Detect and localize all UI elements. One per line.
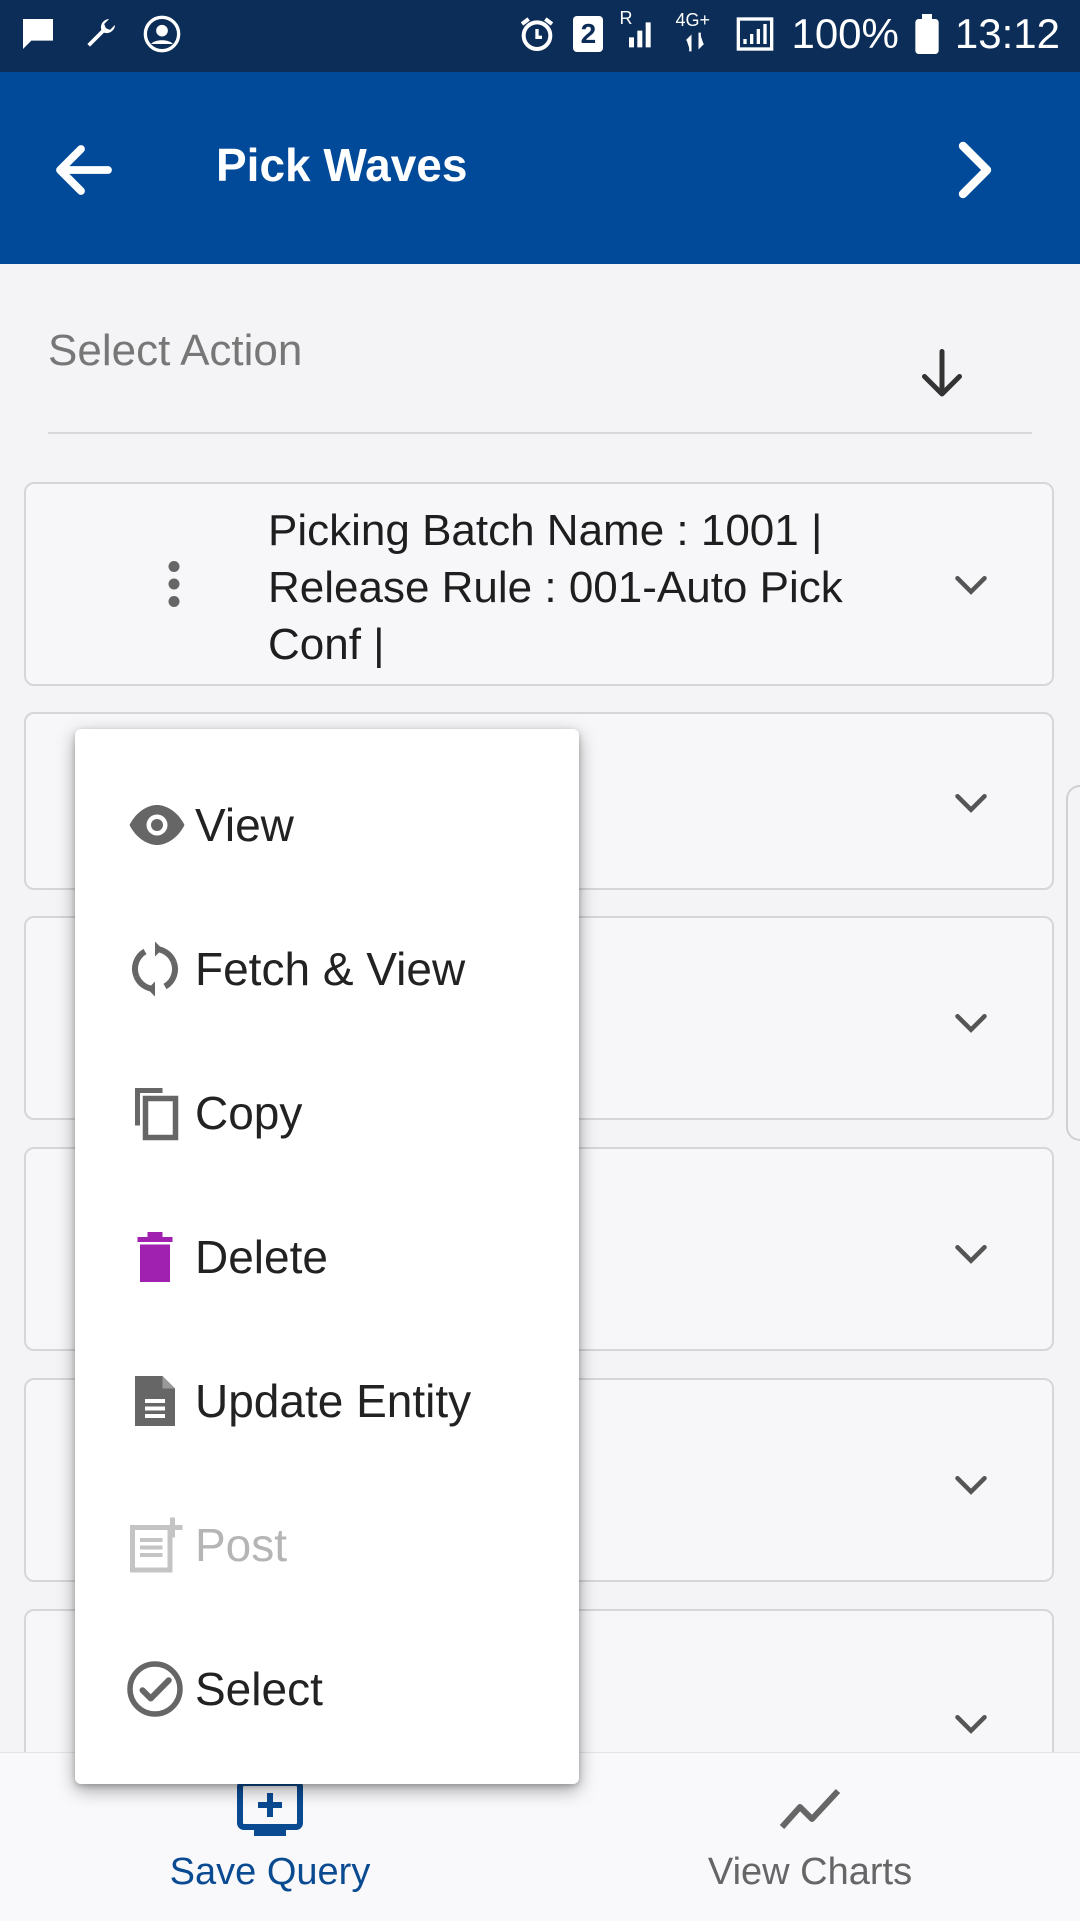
menu-label: Fetch & View <box>195 943 466 995</box>
status-bar-left <box>18 14 182 54</box>
app-bar: Pick Waves <box>0 72 1080 264</box>
chevron-right-icon[interactable] <box>936 134 1008 206</box>
menu-item-update-entity[interactable]: Update Entity <box>75 1341 579 1461</box>
view-charts-button[interactable]: View Charts <box>540 1753 1080 1921</box>
card-text: Picking Batch Name : 1001 | Release Rule… <box>268 502 888 673</box>
roaming-label: R <box>619 8 633 28</box>
chevron-down-icon[interactable] <box>944 1227 998 1281</box>
context-menu: View Fetch & View Copy Delete Update Ent… <box>75 729 579 1784</box>
more-vertical-icon[interactable] <box>144 554 204 614</box>
message-icon <box>23 19 53 49</box>
trend-line-icon <box>779 1788 841 1830</box>
view-charts-label: View Charts <box>707 1851 913 1893</box>
chevron-down-icon[interactable] <box>944 558 998 612</box>
status-bar-right: 2 R 4G+ 100% 13:12 <box>517 8 1060 58</box>
chevron-down-icon[interactable] <box>944 996 998 1050</box>
card-line: Picking Batch Name : 1001 | <box>268 506 823 555</box>
chevron-down-icon[interactable] <box>944 1458 998 1512</box>
save-query-label: Save Query <box>169 1851 371 1893</box>
document-icon <box>135 1376 175 1426</box>
check-circle-icon <box>127 1661 183 1717</box>
status-bar: 2 R 4G+ 100% 13:12 <box>0 0 1080 72</box>
page-title: Pick Waves <box>216 139 468 191</box>
menu-label: Copy <box>195 1087 303 1139</box>
chevron-down-icon[interactable] <box>944 776 998 830</box>
menu-item-copy[interactable]: Copy <box>75 1053 579 1173</box>
menu-item-fetch-view[interactable]: Fetch & View <box>75 909 579 1029</box>
copy-icon <box>135 1088 179 1141</box>
trash-icon <box>137 1232 173 1282</box>
menu-item-post[interactable]: Post <box>75 1485 579 1605</box>
chevron-down-icon[interactable] <box>944 1697 998 1751</box>
menu-item-select[interactable]: Select <box>75 1629 579 1749</box>
signal-4g-icon: 4G+ <box>675 10 719 54</box>
card-line: Conf | <box>268 620 385 669</box>
list-item[interactable]: Picking Batch Name : 1001 | Release Rule… <box>24 482 1054 686</box>
post-icon <box>130 1517 183 1573</box>
card-line: Release Rule : 001-Auto Pick <box>268 563 843 612</box>
signal-icon: R <box>619 8 659 54</box>
alarm-icon <box>521 17 554 52</box>
menu-label: Delete <box>195 1231 328 1283</box>
wrench-icon <box>87 19 115 47</box>
arrow-down-icon[interactable] <box>912 344 972 404</box>
select-action-placeholder: Select Action <box>48 326 303 375</box>
select-action-dropdown[interactable]: Select Action <box>48 300 1032 434</box>
battery-percent: 100% <box>791 10 899 57</box>
eye-icon <box>129 805 185 845</box>
menu-item-view[interactable]: View <box>75 765 579 885</box>
signal-bars-icon <box>737 17 774 51</box>
account-circle-icon <box>143 15 181 53</box>
menu-label: View <box>195 799 294 851</box>
scroll-edge-indicator <box>1066 785 1080 1141</box>
refresh-icon <box>131 941 179 997</box>
arrow-left-icon[interactable] <box>48 134 120 206</box>
battery-icon <box>915 14 939 54</box>
menu-label: Update Entity <box>195 1375 472 1427</box>
menu-item-delete[interactable]: Delete <box>75 1197 579 1317</box>
menu-label: Post <box>195 1519 288 1571</box>
menu-label: Select <box>195 1663 323 1715</box>
add-box-icon <box>237 1780 303 1836</box>
sim-2-icon: 2 <box>573 16 604 52</box>
clock: 13:12 <box>954 10 1060 57</box>
